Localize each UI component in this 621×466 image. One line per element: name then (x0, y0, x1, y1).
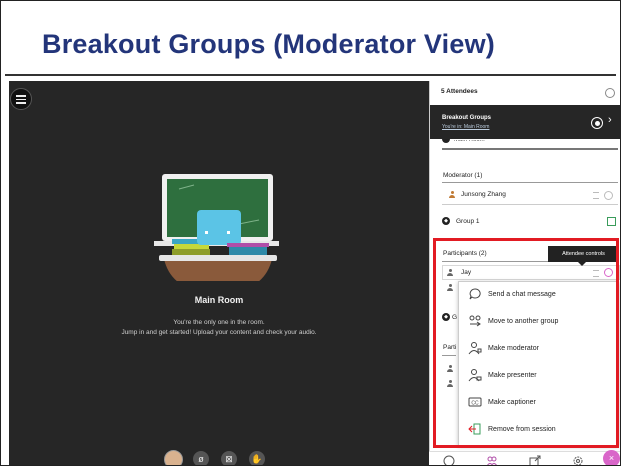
my-avatar[interactable] (164, 450, 183, 465)
main-stage: Main Room You're the only one in the roo… (9, 81, 429, 465)
breakout-title: Breakout Groups (442, 115, 492, 121)
chat-tab-icon[interactable] (443, 455, 455, 466)
join-group-icon[interactable] (607, 217, 616, 226)
moderator-name: Junsong Zhang (461, 191, 506, 198)
room-message-line-1: You're the only one in the room. (173, 319, 265, 326)
divider (442, 204, 618, 205)
chevron-right-icon[interactable]: › (608, 114, 612, 126)
room-title: Main Room (194, 295, 244, 305)
mute-microphone-icon[interactable]: ø (193, 451, 209, 465)
panel-tab-bar (429, 451, 620, 466)
main-room-row[interactable]: Main Room (454, 140, 485, 144)
group-1-icon: ◆ (442, 217, 450, 225)
record-icon[interactable] (591, 117, 603, 129)
camera-off-icon[interactable]: ⊠ (221, 451, 237, 465)
group-1-label[interactable]: Group 1 (456, 218, 480, 225)
highlight-box (433, 238, 619, 448)
moderator-section-label: Moderator (1) (443, 172, 483, 179)
breakout-groups-bar[interactable]: Breakout Groups You're in: Main Room › (430, 105, 620, 139)
raise-hand-icon[interactable]: ✋ (249, 451, 265, 465)
slide-title: Breakout Groups (Moderator View) (42, 29, 495, 59)
close-panel-icon[interactable]: × (603, 450, 620, 465)
breakout-current-room[interactable]: You're in: Main Room (442, 124, 489, 130)
attendees-count: 5 Attendees (441, 88, 478, 95)
room-message-line-2: Jump in and get started! Upload your con… (121, 329, 317, 336)
divider (442, 182, 618, 183)
slide: Breakout Groups (Moderator View) Main Ro… (0, 0, 621, 466)
attendees-header: 5 Attendees (430, 81, 620, 106)
moderator-user-icon (449, 191, 455, 198)
share-content-tab-icon[interactable] (529, 455, 541, 466)
group-dot-icon (442, 139, 450, 143)
attendees-tab-icon[interactable] (486, 455, 498, 466)
moderator-controls-icon[interactable] (604, 191, 613, 200)
divider (442, 148, 618, 150)
classroom-illustration (154, 174, 279, 281)
title-rule (5, 74, 616, 76)
panel-options-icon[interactable] (605, 88, 615, 98)
moderator-menu-icon[interactable] (593, 192, 599, 199)
settings-tab-icon[interactable] (572, 455, 584, 466)
